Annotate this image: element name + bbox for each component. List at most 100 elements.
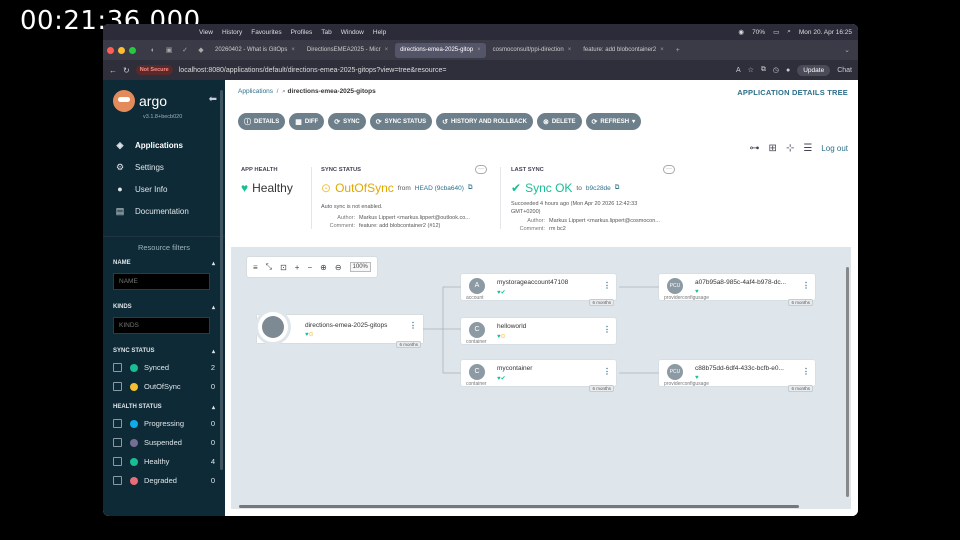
- resource-node-container[interactable]: Cmycontainer container ♥✔ ⋮ 6 months: [461, 360, 616, 392]
- menu-window[interactable]: Window: [341, 29, 364, 36]
- breadcrumb-applications[interactable]: Applications: [238, 88, 273, 95]
- menu-help[interactable]: Help: [373, 29, 386, 36]
- url-field[interactable]: localhost:8080/applications/default/dire…: [179, 67, 447, 74]
- resource-tree-graph[interactable]: ≡ ⤡ ⊡ + − ⊕ ⊖ 100% directions-emea-2025-…: [231, 247, 851, 509]
- sync-status-filter-header[interactable]: SYNC STATUS ▴: [103, 348, 225, 355]
- battery-text[interactable]: 70%: [752, 29, 765, 36]
- menu-history[interactable]: History: [222, 29, 242, 36]
- chat-button[interactable]: Chat: [837, 67, 852, 74]
- filter-progressing[interactable]: Progressing 0: [103, 414, 225, 433]
- checkbox[interactable]: [113, 438, 122, 447]
- sidebar-item-user-info[interactable]: ● User Info: [103, 178, 225, 200]
- resource-node-providerconfigusage[interactable]: PCU a07b95a8-985c-4af4-b978-dc... provider…: [659, 274, 815, 306]
- close-tab-icon[interactable]: ×: [568, 47, 572, 53]
- collapse-sidebar-icon[interactable]: ⬅: [209, 94, 217, 105]
- details-button[interactable]: ⓘ DETAILS: [238, 113, 286, 130]
- menu-favourites[interactable]: Favourites: [251, 29, 281, 36]
- network-view-icon[interactable]: ⊹: [786, 143, 794, 154]
- pinned-tab-icon[interactable]: ▣: [162, 44, 176, 56]
- pinned-tab-icon[interactable]: ◐: [146, 44, 160, 56]
- not-secure-badge[interactable]: Not Secure: [135, 65, 173, 75]
- profile-avatar[interactable]: ●: [786, 67, 790, 74]
- graph-horizontal-scrollbar[interactable]: [239, 505, 799, 508]
- name-filter-header[interactable]: NAME ▴: [103, 260, 225, 267]
- browser-tab[interactable]: feature: add blobcontainer2 ×: [578, 43, 669, 58]
- resource-node-account[interactable]: Amystorageaccount47108 account ♥✔ ⋮ 6 months: [461, 274, 616, 306]
- extensions-icon[interactable]: ⧉: [761, 66, 766, 74]
- kinds-filter-input[interactable]: [113, 317, 210, 334]
- filter-synced[interactable]: Synced 2: [103, 358, 225, 377]
- sync-status-button[interactable]: ⟳ SYNC STATUS: [369, 113, 433, 130]
- checkbox[interactable]: [113, 363, 122, 372]
- search-icon[interactable]: ⌕: [787, 28, 791, 36]
- logout-link[interactable]: Log out: [821, 144, 848, 153]
- kinds-filter-header[interactable]: KINDS ▴: [103, 304, 225, 311]
- checkbox[interactable]: [113, 457, 122, 466]
- name-filter-input[interactable]: [113, 273, 210, 290]
- external-link-icon[interactable]: ⧉: [468, 184, 473, 192]
- breadcrumb-current[interactable]: directions-emea-2025-gitops: [288, 88, 376, 95]
- close-tab-icon[interactable]: ×: [660, 47, 664, 53]
- history-and-rollback-button[interactable]: ↺ HISTORY AND ROLLBACK: [436, 113, 533, 130]
- health-status-filter-header[interactable]: HEALTH STATUS ▴: [103, 404, 225, 411]
- sidebar-item-applications[interactable]: ◈ Applications: [103, 134, 225, 156]
- tab-overflow-icon[interactable]: ⌄: [840, 44, 854, 56]
- sync-button[interactable]: ⟳ SYNC: [328, 113, 366, 130]
- reload-icon[interactable]: ↻: [123, 66, 130, 75]
- clock[interactable]: Mon 20. Apr 16:25: [799, 29, 852, 36]
- resource-node-container[interactable]: Chelloworld container ♥⊙ ⋮: [461, 318, 616, 345]
- sidebar-item-settings[interactable]: ⚙ Settings: [103, 156, 225, 178]
- kebab-menu-icon[interactable]: ⋮: [603, 325, 611, 334]
- filter-outofsync[interactable]: OutOfSync 0: [103, 377, 225, 396]
- kebab-menu-icon[interactable]: ⋮: [603, 281, 611, 290]
- sidebar-scrollbar[interactable]: [220, 90, 223, 470]
- zoom-window-button[interactable]: [129, 46, 136, 54]
- translate-icon[interactable]: A: [736, 67, 741, 74]
- filter-healthy[interactable]: Healthy 4: [103, 452, 225, 471]
- chevron-up-icon[interactable]: ▴: [212, 304, 215, 311]
- menu-view[interactable]: View: [199, 29, 213, 36]
- wifi-icon[interactable]: ◉: [738, 28, 744, 36]
- browser-tab[interactable]: 20260402 - What is GitOps ×: [210, 43, 300, 58]
- checkbox[interactable]: [113, 476, 122, 485]
- browser-tab[interactable]: DirectionsEMEA2025 - Micr ×: [302, 43, 393, 58]
- browser-tab[interactable]: directions-emea-2025-gitop ×: [395, 42, 486, 58]
- pinned-tab-icon[interactable]: ◆: [194, 44, 208, 56]
- menu-profiles[interactable]: Profiles: [291, 29, 313, 36]
- chevron-up-icon[interactable]: ▴: [212, 404, 215, 411]
- graph-vertical-scrollbar[interactable]: [846, 267, 849, 497]
- list-view-icon[interactable]: ☰: [803, 143, 812, 154]
- battery-icon[interactable]: ▭: [773, 28, 779, 36]
- new-tab-button[interactable]: +: [671, 44, 685, 56]
- checkbox[interactable]: [113, 419, 122, 428]
- tree-view-icon[interactable]: ⊶: [750, 143, 760, 154]
- filter-suspended[interactable]: Suspended 0: [103, 433, 225, 452]
- back-icon[interactable]: ←: [109, 66, 117, 75]
- kebab-menu-icon[interactable]: ⋮: [802, 281, 810, 290]
- checkbox[interactable]: [113, 382, 122, 391]
- delete-button[interactable]: ⊗ DELETE: [536, 113, 582, 130]
- refresh-button[interactable]: ⟳ REFRESH ▾: [585, 113, 642, 130]
- chevron-up-icon[interactable]: ▴: [212, 348, 215, 355]
- kebab-menu-icon[interactable]: ⋮: [802, 367, 810, 376]
- kebab-menu-icon[interactable]: ⋮: [409, 321, 417, 330]
- sync-head-link[interactable]: HEAD (9cba640): [415, 185, 464, 192]
- chevron-up-icon[interactable]: ▴: [212, 260, 215, 267]
- browser-tab[interactable]: cosmoconsult/ppi-direction ×: [488, 43, 577, 58]
- resource-node-providerconfigusage[interactable]: PCU c88b75dd-6df4-433c-bcfb-e0... provider…: [659, 360, 815, 392]
- filter-degraded[interactable]: Degraded 0: [103, 471, 225, 490]
- close-tab-icon[interactable]: ×: [477, 47, 481, 53]
- close-tab-icon[interactable]: ×: [291, 47, 295, 53]
- history-icon[interactable]: ◷: [773, 66, 779, 74]
- close-window-button[interactable]: [107, 46, 114, 54]
- bookmark-icon[interactable]: ☆: [748, 66, 754, 74]
- kebab-menu-icon[interactable]: ⋮: [603, 367, 611, 376]
- update-button[interactable]: Update: [797, 64, 831, 76]
- menu-tab[interactable]: Tab: [321, 29, 331, 36]
- diff-button[interactable]: ▦ DIFF: [289, 113, 325, 130]
- minimize-window-button[interactable]: [118, 46, 125, 54]
- last-sync-menu-icon[interactable]: ···: [663, 165, 675, 174]
- close-tab-icon[interactable]: ×: [385, 47, 389, 53]
- pinned-tab-icon[interactable]: ✓: [178, 44, 192, 56]
- sync-status-menu-icon[interactable]: ···: [475, 165, 487, 174]
